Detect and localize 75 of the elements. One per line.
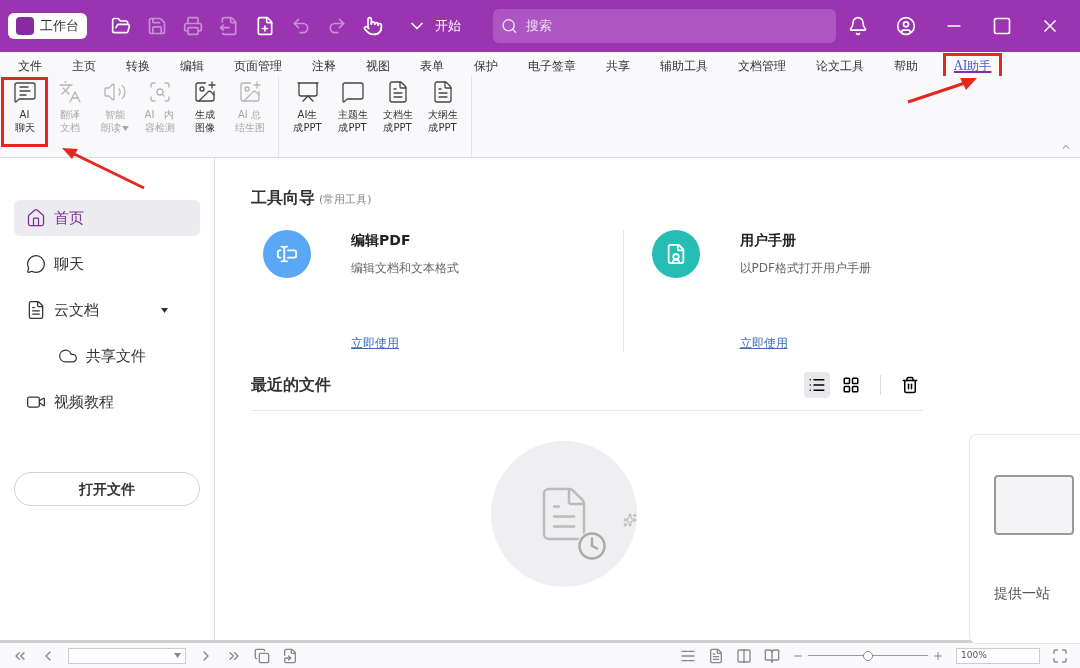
search-icon bbox=[501, 17, 518, 35]
chat-icon bbox=[26, 254, 46, 274]
card-description: 编辑文档和文本格式 bbox=[351, 260, 459, 277]
home-icon bbox=[26, 208, 46, 228]
ribbon-button[interactable]: 大纲生 成PPT bbox=[422, 80, 463, 144]
menu-tab[interactable]: 辅助工具 bbox=[658, 56, 710, 76]
menu-tab[interactable]: 论文工具 bbox=[814, 56, 866, 76]
speaker-icon bbox=[102, 80, 127, 104]
sidebar-item[interactable]: 视频教程 bbox=[14, 384, 200, 420]
section-subtitle: (常用工具) bbox=[319, 192, 372, 208]
ribbon-button[interactable]: AI 聊天 bbox=[4, 80, 45, 144]
scroll-page-icon[interactable] bbox=[708, 647, 724, 664]
copy-page-icon[interactable] bbox=[254, 647, 270, 664]
menu-tab[interactable]: 文档管理 bbox=[736, 56, 788, 76]
fullscreen-icon[interactable] bbox=[1052, 647, 1068, 664]
menu-tab[interactable]: 注释 bbox=[310, 56, 338, 76]
sidebar-label: 云文档 bbox=[54, 299, 99, 321]
menu-tab[interactable]: 文件 bbox=[16, 56, 44, 76]
card-title: 编辑PDF bbox=[351, 231, 412, 250]
sidebar-item[interactable]: 首页 bbox=[14, 200, 200, 236]
document-scan-icon bbox=[147, 80, 172, 104]
start-button[interactable]: 开始 bbox=[407, 16, 461, 36]
use-now-link[interactable]: 立即使用 bbox=[351, 334, 459, 352]
zoom-in-icon[interactable] bbox=[932, 649, 944, 662]
image-icon bbox=[237, 80, 262, 104]
sidebar-item[interactable]: 云文档 bbox=[14, 292, 200, 328]
zoom-field[interactable]: 100% bbox=[956, 647, 1040, 664]
two-page-icon[interactable] bbox=[736, 647, 752, 664]
ribbon-button[interactable]: 生成 图像 bbox=[184, 80, 225, 144]
sidebar-item[interactable]: 聊天 bbox=[14, 246, 200, 282]
workspace-button[interactable]: 工作台 bbox=[8, 13, 87, 39]
sparkle-icon bbox=[623, 513, 637, 527]
sidebar-item[interactable]: 共享文件 bbox=[14, 338, 200, 374]
arrow-drawing bbox=[906, 76, 978, 104]
sidebar-label: 视频教程 bbox=[54, 391, 114, 413]
menu-tab[interactable]: 电子签章 bbox=[526, 56, 578, 76]
card-description: 以PDF格式打开用户手册 bbox=[739, 260, 871, 277]
presentation-icon bbox=[295, 80, 320, 104]
promo-title: 提供一站 bbox=[993, 584, 1050, 603]
menu-tab[interactable]: 帮助 bbox=[892, 56, 920, 76]
search-input[interactable]: 搜索 bbox=[525, 16, 828, 36]
book-view-icon[interactable] bbox=[764, 647, 780, 664]
speech-bubble-icon bbox=[340, 80, 365, 104]
translate-icon bbox=[57, 80, 82, 104]
ribbon-button[interactable]: 文档生 成PPT bbox=[377, 80, 418, 144]
menu-tab[interactable]: 页面管理 bbox=[232, 56, 284, 76]
section-title: 工具向导 bbox=[251, 187, 315, 209]
menu-tab[interactable]: 视图 bbox=[364, 56, 392, 76]
move-page-icon[interactable] bbox=[282, 647, 298, 664]
ribbon-button[interactable]: 主题生 成PPT bbox=[332, 80, 373, 144]
caret-icon bbox=[174, 653, 181, 658]
list-view-button[interactable] bbox=[804, 372, 830, 398]
sidebar-label: 聊天 bbox=[54, 253, 84, 275]
section-title: 最近的文件 bbox=[251, 374, 331, 396]
chat-bubble-icon bbox=[12, 80, 37, 104]
menu-tab[interactable]: 转换 bbox=[124, 56, 152, 76]
menu-tab[interactable]: 编辑 bbox=[178, 56, 206, 76]
ribbon-button[interactable]: AI生 成PPT bbox=[287, 80, 328, 144]
card-title: 用户手册 bbox=[739, 231, 797, 250]
menu-tab[interactable]: 主页 bbox=[70, 56, 98, 76]
logo-icon bbox=[16, 17, 34, 35]
menu-tab[interactable]: 保护 bbox=[472, 56, 500, 76]
zoom-slider[interactable] bbox=[808, 650, 928, 661]
menu-tab[interactable]: AI助手 bbox=[946, 56, 1000, 76]
use-now-link[interactable]: 立即使用 bbox=[739, 334, 871, 352]
menu-tab[interactable]: 表单 bbox=[418, 56, 446, 76]
menu-tab[interactable]: 共享 bbox=[604, 56, 632, 76]
image-icon bbox=[192, 80, 217, 104]
grid-icon bbox=[842, 376, 860, 394]
list-icon bbox=[808, 376, 826, 394]
sidebar-label: 首页 bbox=[54, 207, 84, 229]
sidebar-label: 共享文件 bbox=[86, 345, 146, 367]
trash-icon bbox=[901, 376, 919, 394]
search-field[interactable]: 搜索 bbox=[493, 9, 836, 43]
document-icon bbox=[26, 300, 46, 320]
